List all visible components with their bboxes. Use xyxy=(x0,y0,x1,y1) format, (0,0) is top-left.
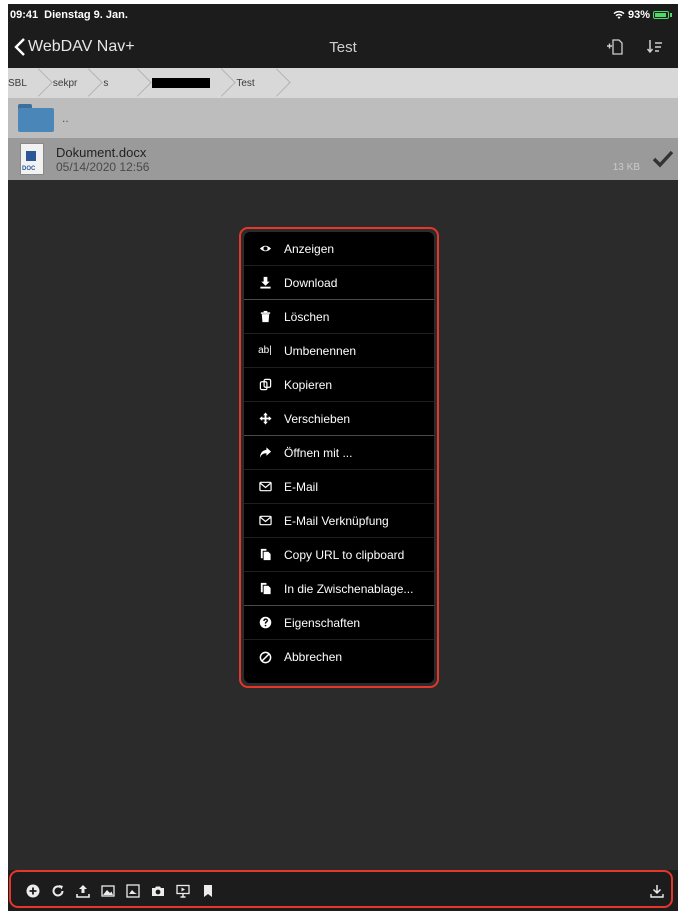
status-time: 09:41 xyxy=(10,9,39,21)
menu-item-download[interactable]: Download xyxy=(244,266,434,300)
back-button[interactable]: WebDAV Nav+ xyxy=(8,38,135,56)
trash-icon xyxy=(258,310,272,324)
breadcrumb-item-sbl[interactable]: SBL xyxy=(8,68,41,98)
new-file-icon[interactable] xyxy=(606,38,624,56)
menu-item-umbenennen[interactable]: ab| Umbenennen xyxy=(244,334,434,368)
menu-item-loeschen[interactable]: Löschen xyxy=(244,300,434,334)
copy-icon xyxy=(258,378,272,392)
menu-item-email-verknuepfung[interactable]: E-Mail Verknüpfung xyxy=(244,504,434,538)
toolbar-highlight xyxy=(9,870,673,908)
wifi-icon xyxy=(613,10,625,19)
download-icon xyxy=(258,276,272,290)
menu-item-anzeigen[interactable]: Anzeigen xyxy=(244,232,434,266)
parent-folder-label: .. xyxy=(62,111,69,125)
status-bar: 09:41 Dienstag 9. Jan. 93% xyxy=(8,4,678,26)
chevron-left-icon xyxy=(14,38,25,56)
clipboard-icon xyxy=(258,548,272,562)
menu-item-zwischenablage[interactable]: In die Zwischenablage... xyxy=(244,572,434,606)
menu-item-abbrechen[interactable]: Abbrechen xyxy=(244,640,434,674)
status-date: Dienstag 9. Jan. xyxy=(44,9,128,21)
menu-item-oeffnen-mit[interactable]: Öffnen mit ... xyxy=(244,436,434,470)
clipboard-icon xyxy=(258,582,272,596)
menu-item-kopieren[interactable]: Kopieren xyxy=(244,368,434,402)
mail-icon xyxy=(258,480,272,494)
sort-icon[interactable] xyxy=(646,38,664,56)
file-row[interactable]: DOC Dokument.docx 05/14/2020 12:56 13 KB xyxy=(8,138,678,180)
eye-icon xyxy=(258,242,272,256)
menu-item-copy-url[interactable]: Copy URL to clipboard xyxy=(244,538,434,572)
file-size: 13 KB xyxy=(612,161,640,173)
breadcrumb-item-test[interactable]: Test xyxy=(224,68,278,98)
rename-icon: ab| xyxy=(258,345,272,356)
menu-item-email[interactable]: E-Mail xyxy=(244,470,434,504)
share-arrow-icon xyxy=(258,446,272,460)
breadcrumb-item-sekpr[interactable]: sekpr xyxy=(41,68,91,98)
cancel-icon xyxy=(258,650,272,664)
menu-item-eigenschaften[interactable]: Eigenschaften xyxy=(244,606,434,640)
back-label: WebDAV Nav+ xyxy=(28,38,135,55)
file-date: 05/14/2020 12:56 xyxy=(56,159,150,174)
battery-percent: 93% xyxy=(627,9,650,21)
file-name: Dokument.docx xyxy=(56,144,147,160)
word-document-icon: DOC xyxy=(20,143,44,175)
breadcrumb-item-s[interactable]: s xyxy=(91,68,140,98)
breadcrumb-item-redacted[interactable] xyxy=(140,68,224,98)
menu-item-verschieben[interactable]: Verschieben xyxy=(244,402,434,436)
folder-icon xyxy=(18,104,54,132)
parent-folder-row[interactable]: .. xyxy=(8,98,678,138)
battery-icon xyxy=(653,11,669,19)
mail-link-icon xyxy=(258,514,272,528)
checkmark-icon[interactable] xyxy=(652,150,674,168)
move-icon xyxy=(258,412,272,426)
navigation-bar: WebDAV Nav+ Test xyxy=(8,26,678,68)
redacted-block xyxy=(152,78,211,88)
breadcrumb: SBL sekpr s Test xyxy=(8,68,678,98)
info-icon xyxy=(258,616,272,630)
context-menu: Anzeigen Download Löschen ab| Umbenennen… xyxy=(244,232,434,683)
